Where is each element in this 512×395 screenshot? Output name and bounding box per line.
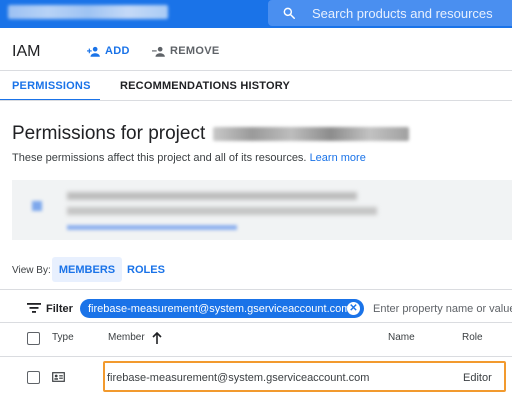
filter-icon[interactable]: [27, 303, 41, 313]
divider: [0, 289, 512, 290]
top-bar: Search products and resources: [0, 0, 512, 28]
search-icon: [283, 7, 295, 19]
filter-input[interactable]: Enter property name or value: [373, 303, 512, 315]
search-placeholder[interactable]: Search products and resources: [312, 6, 493, 21]
tab-recommendations-history[interactable]: RECOMMENDATIONS HISTORY: [120, 80, 290, 92]
remove-label: REMOVE: [170, 45, 220, 57]
redacted-link[interactable]: [67, 225, 237, 230]
view-by-roles-button[interactable]: ROLES: [122, 257, 170, 282]
tab-permissions[interactable]: PERMISSIONS: [12, 80, 91, 92]
info-icon: [32, 201, 42, 211]
add-button[interactable]: ADD: [87, 45, 130, 57]
redacted-text: [67, 192, 357, 200]
column-header-member[interactable]: Member: [108, 332, 145, 343]
column-header-name[interactable]: Name: [388, 332, 415, 343]
permissions-heading-text: Permissions for project: [12, 123, 206, 144]
permissions-heading: Permissions for project: [12, 123, 409, 145]
sort-arrow-up-icon[interactable]: [152, 332, 162, 345]
service-account-icon: [52, 372, 65, 382]
column-header-role[interactable]: Role: [462, 332, 483, 343]
redacted-text: [67, 207, 377, 215]
page-title: IAM: [12, 43, 41, 60]
add-label: ADD: [105, 45, 130, 57]
remove-button[interactable]: REMOVE: [152, 45, 219, 57]
project-name-redacted: [212, 126, 409, 141]
divider: [0, 322, 512, 323]
person-remove-icon: [152, 46, 165, 57]
highlight-box: [103, 361, 506, 392]
permissions-description-text: These permissions affect this project an…: [12, 152, 307, 164]
filter-label: Filter: [46, 303, 73, 315]
search-bar[interactable]: Search products and resources: [268, 0, 512, 26]
divider: [0, 356, 512, 357]
divider: [0, 70, 512, 71]
close-icon[interactable]: ✕: [347, 302, 360, 315]
select-all-checkbox[interactable]: [27, 332, 40, 345]
filter-chip-text: firebase-measurement@system.gserviceacco…: [88, 302, 351, 315]
info-banner-redacted: [12, 180, 512, 240]
permissions-description: These permissions affect this project an…: [12, 152, 366, 164]
view-by-members-button[interactable]: MEMBERS: [52, 257, 122, 282]
learn-more-link[interactable]: Learn more: [310, 152, 366, 164]
column-header-type[interactable]: Type: [52, 332, 74, 343]
project-selector-redacted[interactable]: [8, 5, 168, 19]
view-by-label: View By:: [12, 265, 51, 276]
person-add-icon: [87, 46, 100, 57]
row-checkbox[interactable]: [27, 371, 40, 384]
filter-chip[interactable]: firebase-measurement@system.gserviceacco…: [80, 299, 364, 318]
divider: [0, 100, 512, 101]
